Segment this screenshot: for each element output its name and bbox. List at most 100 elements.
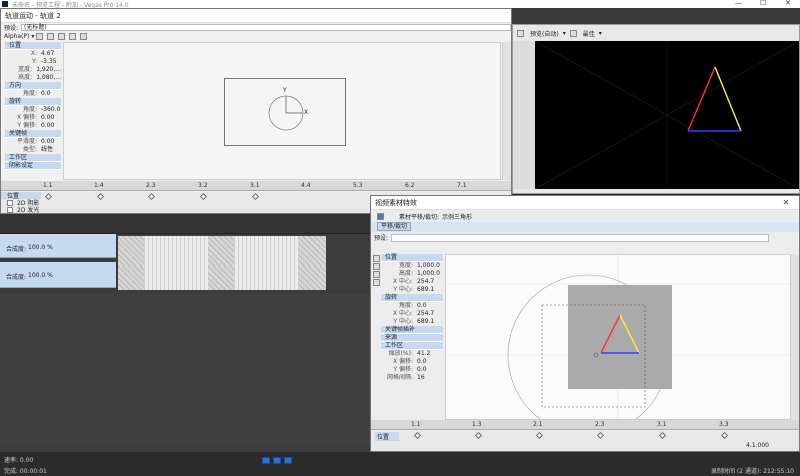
preview-settings-icon[interactable] bbox=[517, 29, 524, 37]
section-header[interactable]: 位置 bbox=[381, 254, 443, 262]
tool-icon[interactable] bbox=[373, 255, 380, 262]
section-header[interactable]: 关键帧插补 bbox=[381, 326, 443, 334]
property-value[interactable]: 1,000.0 bbox=[417, 270, 440, 278]
tool-icon[interactable] bbox=[47, 33, 55, 40]
opacity-label: 合成度: bbox=[6, 274, 27, 281]
chevron-down-icon[interactable]: ▾ bbox=[31, 33, 34, 40]
host-close-button[interactable]: ✕ bbox=[785, 0, 791, 7]
fx-chain-icon[interactable] bbox=[377, 212, 384, 220]
host-maximize-button[interactable]: ☐ bbox=[760, 0, 766, 7]
property-row: Y 偏移: 0.00 bbox=[5, 122, 61, 130]
ruler-tick: 3.1 bbox=[657, 421, 667, 428]
keyframe-marker[interactable] bbox=[658, 431, 667, 440]
section-header[interactable]: 方向 bbox=[5, 82, 61, 90]
section-header[interactable]: 来源 bbox=[381, 334, 443, 342]
tool-icon[interactable] bbox=[373, 271, 380, 278]
tool-icon[interactable] bbox=[373, 263, 380, 270]
property-value[interactable]: 254.7 bbox=[417, 310, 434, 318]
keyframe-marker[interactable] bbox=[413, 431, 422, 440]
fx-chain-value: 示例三角形 bbox=[442, 213, 473, 221]
clip-track-2[interactable] bbox=[118, 266, 326, 290]
preview-quality-select[interactable]: 最佳 bbox=[583, 29, 595, 38]
fx-workspace-vscroll[interactable] bbox=[791, 254, 799, 420]
property-value[interactable]: -3.35 bbox=[41, 58, 57, 66]
ruler-tick: 3.3 bbox=[719, 421, 729, 428]
property-label: Y 偏移: bbox=[17, 122, 37, 129]
keyframe-marker[interactable] bbox=[720, 431, 729, 440]
host-minimize-button[interactable]: — bbox=[735, 0, 742, 7]
tab-pan-crop[interactable]: 平移/裁切 bbox=[377, 222, 412, 231]
track-header-2[interactable]: 合成度: 100.0 % bbox=[0, 262, 116, 288]
property-value[interactable]: 0.0 bbox=[417, 358, 427, 366]
fx-preset-dropdown[interactable] bbox=[391, 233, 769, 242]
property-value[interactable]: 0.0 bbox=[41, 90, 51, 98]
fx-preset-row: 预设: bbox=[371, 232, 799, 243]
ruler-tick: 4.4 bbox=[301, 182, 311, 189]
property-value[interactable]: 0.00 bbox=[41, 122, 54, 130]
chevron-down-icon[interactable]: ▾ bbox=[563, 30, 566, 37]
property-row: 宽度: 1,000.0 bbox=[381, 262, 443, 270]
checkbox[interactable] bbox=[7, 199, 13, 206]
property-label: 角度: bbox=[22, 90, 37, 97]
tool-icon[interactable] bbox=[80, 33, 88, 40]
property-value[interactable]: 1,920,... bbox=[36, 66, 61, 74]
preview-mode-select[interactable]: 预览(自动) bbox=[530, 29, 559, 38]
end-time: 4.1.000 bbox=[746, 442, 769, 449]
position-track-label[interactable]: 位置 bbox=[375, 432, 400, 441]
tool-icon[interactable] bbox=[36, 33, 44, 40]
close-icon[interactable]: ✕ bbox=[777, 198, 795, 207]
clip-track-1[interactable] bbox=[118, 236, 326, 266]
section-header[interactable]: 旋转 bbox=[5, 98, 61, 106]
fx-tab-row: 平移/裁切 bbox=[371, 222, 799, 232]
checkbox[interactable] bbox=[7, 206, 13, 213]
property-value[interactable]: 254.7 bbox=[417, 278, 434, 286]
property-value[interactable]: 线性 bbox=[41, 146, 53, 154]
property-label: Y 中心: bbox=[393, 286, 413, 293]
video-preview-panel: 预览(自动) ▾ 最佳 ▾ bbox=[512, 24, 800, 194]
tool-icon[interactable] bbox=[69, 33, 77, 40]
property-label: X 偏移: bbox=[392, 358, 413, 365]
fx-preset-label: 预设: bbox=[374, 235, 389, 242]
section-header[interactable]: 旋转 bbox=[381, 294, 443, 302]
property-value[interactable]: 1,080,... bbox=[36, 74, 61, 82]
chevron-down-icon[interactable]: ▾ bbox=[599, 30, 602, 37]
ruler-tick: 2.1 bbox=[533, 421, 543, 428]
play-icon[interactable] bbox=[262, 457, 270, 464]
property-value[interactable]: 689.1 bbox=[417, 318, 434, 326]
property-value[interactable]: 41.2 bbox=[417, 350, 430, 358]
opacity-value[interactable]: 100.0 % bbox=[28, 272, 53, 279]
section-header[interactable]: 阴影设定 bbox=[5, 162, 61, 170]
keyframe-marker[interactable] bbox=[535, 431, 544, 440]
property-value[interactable]: 0.00 bbox=[41, 138, 54, 146]
section-header[interactable]: 工作区 bbox=[5, 154, 61, 162]
keyframe-marker[interactable] bbox=[474, 431, 483, 440]
keyframe-marker[interactable] bbox=[596, 431, 605, 440]
property-value[interactable]: 0.00 bbox=[41, 114, 54, 122]
fx-ruler[interactable]: 1.1 1.3 2.1 2.3 3.1 3.3 bbox=[371, 420, 799, 430]
section-header[interactable]: 关键帧 bbox=[5, 130, 61, 138]
tool-icon[interactable] bbox=[58, 33, 66, 40]
property-value[interactable]: 0.0 bbox=[417, 366, 427, 374]
loop-icon[interactable] bbox=[272, 457, 281, 464]
pan-crop-canvas[interactable] bbox=[446, 255, 791, 420]
property-value[interactable]: 1,000.0 bbox=[417, 262, 440, 270]
rotation-gizmo[interactable] bbox=[64, 43, 502, 181]
workspace-vscroll[interactable] bbox=[502, 42, 511, 180]
section-header[interactable]: 工作区 bbox=[381, 342, 443, 350]
track-header-1[interactable]: 合成度: 100.0 % bbox=[0, 234, 116, 258]
property-label: 宽度: bbox=[398, 262, 413, 269]
track-label-glow[interactable]: 2D 发光 bbox=[17, 205, 39, 213]
property-value[interactable]: 0.0 bbox=[417, 302, 427, 310]
opacity-value[interactable]: 100.0 % bbox=[28, 244, 53, 251]
property-value[interactable]: -360.0 bbox=[41, 106, 60, 114]
overlay-icon[interactable] bbox=[569, 29, 577, 37]
section-header[interactable]: 位置 bbox=[5, 42, 61, 50]
tool-icon[interactable] bbox=[373, 279, 380, 286]
property-value[interactable]: 4.67 bbox=[41, 50, 54, 58]
property-value[interactable]: 689.1 bbox=[417, 286, 434, 294]
record-icon[interactable] bbox=[283, 457, 292, 464]
property-value[interactable]: 16 bbox=[417, 374, 425, 382]
mode-select[interactable]: Alpha(P) bbox=[4, 33, 29, 40]
motion-ruler[interactable]: 1.1 1.4 2.3 3.2 3.1 4.4 5.3 6.2 7.1 bbox=[1, 181, 511, 191]
preset-dropdown[interactable]: (无标题) bbox=[21, 24, 511, 31]
